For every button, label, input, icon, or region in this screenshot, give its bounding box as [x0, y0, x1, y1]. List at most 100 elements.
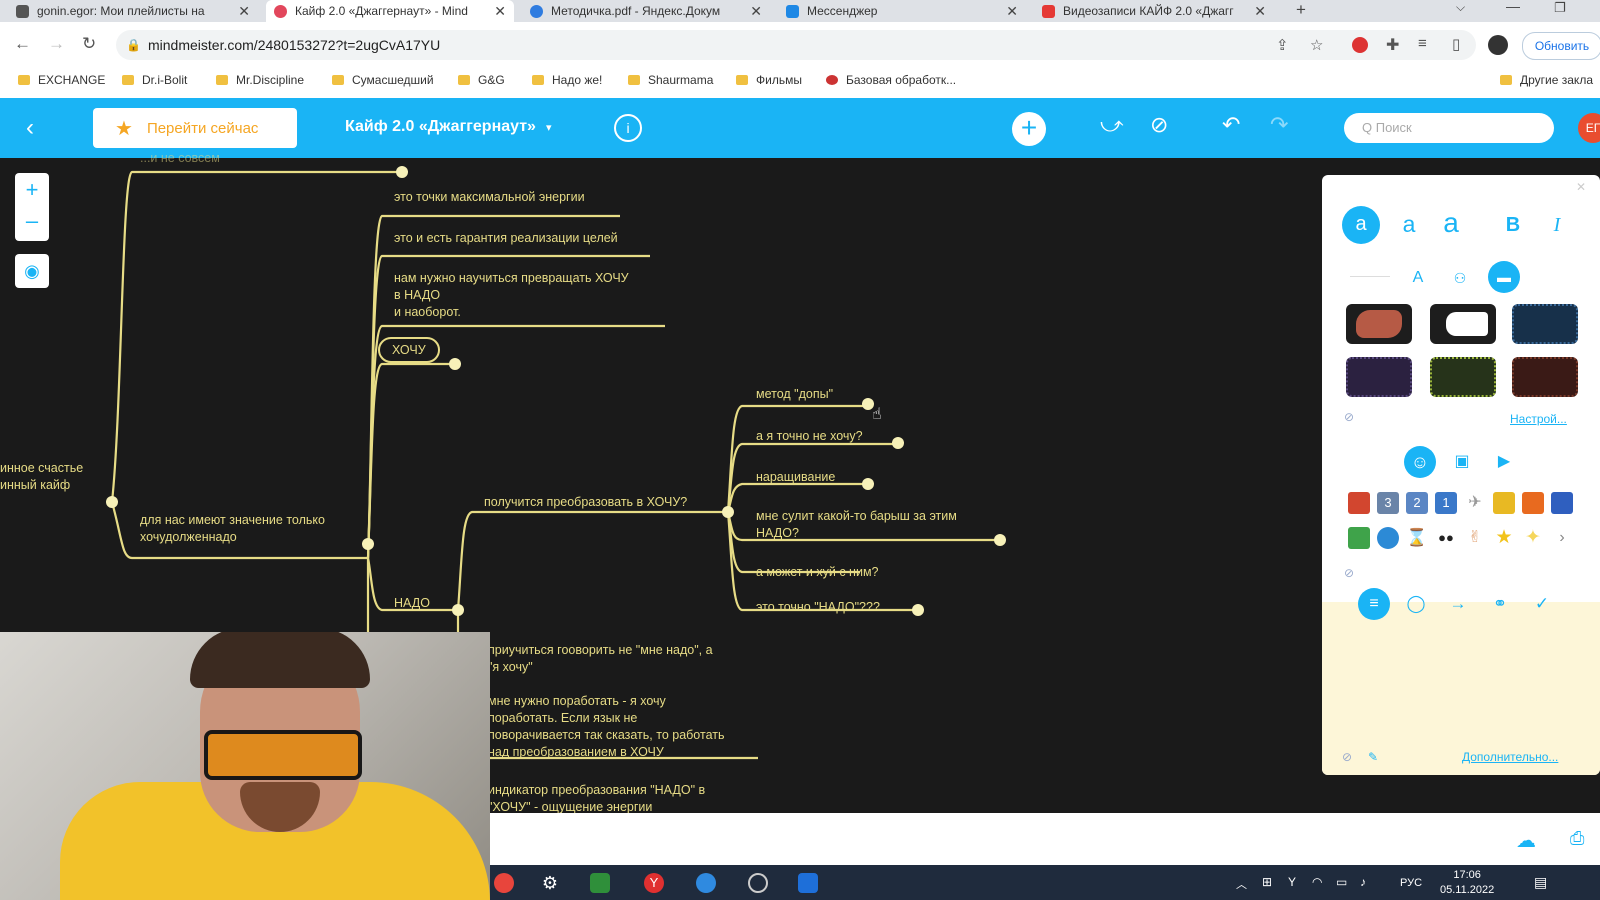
number-2-icon[interactable]: 2 [1406, 492, 1428, 514]
notes-tab-button[interactable]: ≡ [1358, 588, 1390, 620]
new-tab-icon[interactable]: + [1296, 0, 1306, 20]
more-options-link[interactable]: Дополнительно... [1462, 750, 1558, 764]
node-text[interactable]: это точно "НАДО"??? [756, 599, 880, 616]
profile-avatar[interactable] [1488, 35, 1508, 55]
back-chevron-icon[interactable]: ‹ [26, 114, 34, 142]
bookmark-item[interactable]: EXCHANGE [18, 73, 105, 87]
close-icon[interactable]: ✕ [1576, 180, 1586, 194]
style-swatch-brown[interactable] [1512, 357, 1578, 397]
extension-icon[interactable] [1352, 37, 1368, 53]
chrome-icon[interactable] [494, 873, 514, 893]
airplane-icon[interactable]: ✈ [1464, 492, 1486, 514]
node-text-multi[interactable]: инное счастье инный кайф [0, 460, 83, 494]
green-book-icon[interactable] [1348, 527, 1370, 549]
bookmark-item[interactable]: G&G [458, 73, 505, 87]
arrow-right-icon[interactable]: → [1442, 588, 1474, 620]
info-icon[interactable]: i [614, 114, 642, 142]
node-text[interactable]: это и есть гарантия реализации целей [394, 230, 618, 247]
image-icon[interactable]: ▣ [1446, 446, 1478, 478]
font-large-button[interactable]: a [1432, 206, 1470, 244]
center-map-button[interactable]: ◉ [15, 254, 49, 288]
tray-yandex-icon[interactable]: Y [1288, 875, 1296, 889]
node-text[interactable]: метод "допы" [756, 386, 833, 403]
close-icon[interactable]: ✕ [1006, 3, 1018, 20]
node-style-icon[interactable]: ⚇ [1446, 264, 1474, 292]
yandex-icon[interactable]: Y [644, 873, 664, 893]
share-icon[interactable]: ⇪ [1276, 36, 1289, 54]
node-text[interactable]: а я точно не хочу? [756, 428, 863, 445]
sparkle-star-icon[interactable]: ✦ [1522, 527, 1544, 549]
gift-icon[interactable] [1348, 492, 1370, 514]
minimize-icon[interactable]: — [1506, 0, 1520, 14]
node-text-multi[interactable]: для нас имеют значение только хочудолжен… [140, 512, 325, 546]
add-node-button[interactable]: + [1012, 112, 1046, 146]
star-icon[interactable]: ★ [1493, 527, 1515, 549]
hand-icon[interactable]: ✌ [1464, 527, 1486, 549]
node-hochu[interactable]: ХОЧУ [378, 337, 440, 363]
search-input[interactable]: Q Поиск [1344, 113, 1554, 143]
number-3-icon[interactable]: 3 [1377, 492, 1399, 514]
tab-mindmeister[interactable]: Кайф 2.0 «Джаггернаут» - Mind ✕ [266, 0, 514, 22]
undo-icon[interactable]: ↶ [1222, 112, 1240, 138]
redo-icon[interactable]: ↷ [1270, 112, 1288, 138]
bookmark-item[interactable]: Базовая обработк... [826, 73, 956, 87]
bookmark-item[interactable]: Надо же! [532, 73, 602, 87]
mail-icon[interactable] [798, 873, 818, 893]
text-color-icon[interactable]: A [1404, 264, 1432, 292]
tray-wifi-icon[interactable]: ◠ [1312, 875, 1322, 889]
print-icon[interactable]: ⎙ [1570, 828, 1584, 849]
video-icon[interactable]: ▶ [1488, 446, 1520, 478]
user-avatar[interactable]: ЕГ [1578, 113, 1600, 143]
style-swatch-blue[interactable] [1512, 304, 1578, 344]
yellow-book-icon[interactable] [1493, 492, 1515, 514]
sidepanel-icon[interactable]: ▯ [1452, 35, 1460, 53]
close-icon[interactable]: ✕ [750, 3, 762, 20]
go-now-button[interactable]: ★ Перейти сейчас [93, 108, 297, 148]
connect-icon[interactable]: ⤻ [1100, 112, 1124, 138]
node-text-multi[interactable]: мне сулит какой-то барыш за этим НАДО? [756, 508, 957, 542]
telegram-icon[interactable] [696, 873, 716, 893]
forward-icon[interactable]: → [48, 34, 65, 54]
node-text[interactable]: получится преобразовать в ХОЧУ? [484, 494, 687, 511]
node-text[interactable]: а может и хуй с ним? [756, 564, 879, 581]
update-button[interactable]: Обновить [1522, 32, 1600, 60]
close-icon[interactable]: ✕ [1254, 3, 1266, 20]
globe-icon[interactable] [1377, 527, 1399, 549]
italic-button[interactable]: I [1538, 206, 1576, 244]
node-text-multi[interactable]: индикатор преобразования "НАДО" в "ХОЧУ"… [488, 782, 705, 816]
orange-book-icon[interactable] [1522, 492, 1544, 514]
maximize-icon[interactable]: ❐ [1554, 0, 1566, 16]
tab-playlists[interactable]: gonin.egor: Мои плейлисты на ✕ [8, 0, 258, 22]
node-text[interactable]: наращивание [756, 469, 835, 486]
hourglass-icon[interactable]: ⌛ [1406, 527, 1428, 549]
settings-icon[interactable]: ⚙ [540, 873, 560, 893]
close-icon[interactable]: ✕ [494, 3, 506, 20]
tab-yandex-docs[interactable]: Методичка.pdf - Яндекс.Докум ✕ [522, 0, 770, 22]
taskbar-clock[interactable]: 17:06 05.11.2022 [1440, 868, 1494, 898]
tab-messenger[interactable]: Мессенджер ✕ [778, 0, 1026, 22]
no-icon-icon[interactable]: ⊘ [1344, 566, 1354, 580]
blue-book-icon[interactable] [1551, 492, 1573, 514]
node-text[interactable]: ...и не совсем [140, 150, 220, 167]
reload-icon[interactable]: ↻ [82, 34, 96, 54]
excel-icon[interactable] [590, 873, 610, 893]
style-swatch-white-tag[interactable] [1430, 304, 1496, 344]
tray-battery-icon[interactable]: ▭ [1336, 875, 1347, 889]
tray-volume-icon[interactable]: ♪ [1360, 875, 1366, 889]
font-medium-button[interactable]: a [1390, 206, 1428, 244]
bookmark-item[interactable]: Mr.Discipline [216, 73, 304, 87]
eyes-icon[interactable]: ●● [1435, 527, 1457, 549]
url-text[interactable]: mindmeister.com/2480153272?t=2ugCvA17YU [148, 37, 440, 53]
check-icon[interactable]: ✓ [1526, 588, 1558, 620]
bookmark-item[interactable]: Сумасшедший [332, 73, 434, 87]
number-1-icon[interactable]: 1 [1435, 492, 1457, 514]
back-icon[interactable]: ← [14, 34, 31, 54]
cloud-download-icon[interactable]: ☁ [1516, 828, 1536, 853]
emoji-tab-button[interactable]: ☺ [1404, 446, 1436, 478]
no-entry-icon[interactable]: ⊘ [1150, 112, 1168, 138]
zoom-out-button[interactable]: – [15, 207, 49, 241]
font-small-button[interactable]: a [1342, 206, 1380, 244]
bookmark-item[interactable]: Фильмы [736, 73, 802, 87]
playlist-icon[interactable]: ≡ [1418, 35, 1427, 52]
link-icon[interactable]: ⚭ [1484, 588, 1516, 620]
